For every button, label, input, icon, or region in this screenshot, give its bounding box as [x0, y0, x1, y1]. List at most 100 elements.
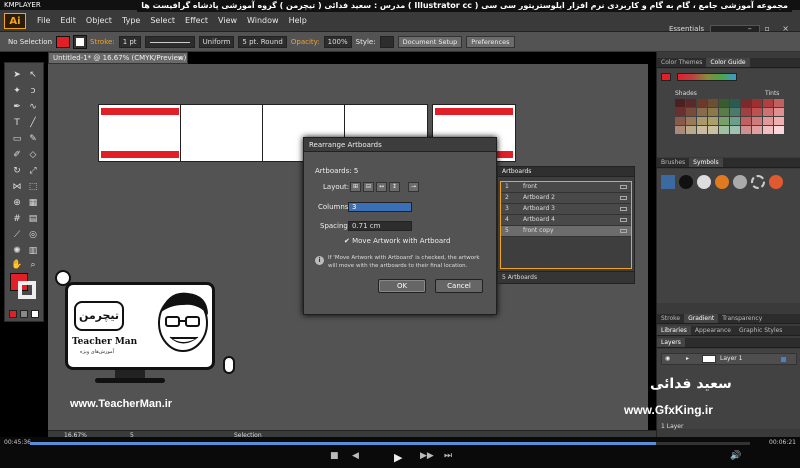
menu-view[interactable]: View — [213, 10, 242, 32]
artboard-options-icon[interactable] — [620, 196, 627, 200]
document-setup-button[interactable]: Document Setup — [397, 35, 463, 48]
document-tab[interactable]: Untitled-1* @ 16.67% (CMYK/Preview) × — [48, 52, 188, 64]
artboard-options-icon[interactable] — [620, 185, 627, 189]
gradient-mode-icon[interactable] — [20, 310, 28, 318]
list-item[interactable]: 2 Artboard 2 — [501, 193, 631, 204]
paintbrush-icon[interactable]: ✎ — [26, 133, 40, 145]
opacity-label[interactable]: Opacity: — [291, 38, 320, 46]
grid-by-row-icon[interactable]: ⊞ — [350, 182, 361, 192]
list-item[interactable]: 5 front copy — [501, 226, 631, 237]
width-tool-icon[interactable]: ⋈ — [10, 181, 24, 193]
prev-icon[interactable]: ◀ — [352, 451, 359, 461]
next-icon[interactable]: ▶▶ — [420, 451, 434, 461]
seek-bar[interactable] — [30, 442, 750, 445]
shape-builder-icon[interactable]: ⊕ — [10, 197, 24, 209]
tab-gradient[interactable]: Gradient — [684, 314, 719, 323]
menu-effect[interactable]: Effect — [180, 10, 213, 32]
eye-icon[interactable]: ◉ — [665, 354, 670, 364]
stroke-weight-field[interactable]: 1 pt — [118, 35, 141, 48]
tab-stroke[interactable]: Stroke — [657, 314, 684, 323]
tab-libraries[interactable]: Libraries — [657, 326, 691, 335]
preferences-button[interactable]: Preferences — [466, 35, 515, 48]
gradient-tool-icon[interactable]: ▤ — [26, 213, 40, 225]
pen-tool-icon[interactable]: ✒ — [10, 101, 24, 113]
symbol-swatch[interactable] — [715, 175, 729, 189]
rectangle-tool-icon[interactable]: ▭ — [10, 133, 24, 145]
artboard-options-icon[interactable] — [620, 229, 627, 233]
symbol-swatch[interactable] — [769, 175, 783, 189]
symbol-swatch[interactable] — [733, 175, 747, 189]
symbol-sprayer-icon[interactable]: ✺ — [10, 245, 24, 257]
volume-icon[interactable]: 🔊 — [730, 451, 741, 461]
zoom-tool-icon[interactable]: ⌕ — [26, 259, 40, 271]
base-color-swatch[interactable] — [661, 73, 671, 81]
arrange-by-column-icon[interactable]: ↕ — [389, 182, 400, 192]
eyedropper-icon[interactable]: ⟋ — [10, 229, 24, 241]
arrange-by-row-icon[interactable]: ↔ — [376, 182, 387, 192]
scale-tool-icon[interactable]: ⤢ — [26, 165, 40, 177]
shaper-tool-icon[interactable]: ✐ — [10, 149, 24, 161]
tab-appearance[interactable]: Appearance — [691, 326, 735, 335]
artboard-2[interactable] — [180, 104, 264, 162]
tab-color-guide[interactable]: Color Guide — [706, 58, 750, 67]
stop-icon[interactable]: ■ — [330, 451, 339, 461]
layer-target-icon[interactable] — [781, 357, 786, 362]
tab-transparency[interactable]: Transparency — [718, 314, 766, 323]
curvature-tool-icon[interactable]: ∿ — [26, 101, 40, 113]
brush-dropdown[interactable]: 5 pt. Round — [238, 35, 287, 48]
color-mode-icon[interactable] — [9, 310, 17, 318]
magic-wand-icon[interactable]: ✦ — [10, 85, 24, 97]
fill-swatch[interactable] — [56, 35, 71, 48]
list-item[interactable]: 3 Artboard 3 — [501, 204, 631, 215]
tab-brushes[interactable]: Brushes — [657, 158, 689, 167]
symbol-swatch[interactable] — [697, 175, 711, 189]
skip-icon[interactable]: ⏭ — [444, 451, 452, 461]
direct-selection-tool-icon[interactable]: ↖ — [26, 69, 40, 81]
perspective-grid-icon[interactable]: ▦ — [26, 197, 40, 209]
list-item[interactable]: 4 Artboard 4 — [501, 215, 631, 226]
play-icon[interactable]: ▶ — [394, 451, 402, 464]
lasso-icon[interactable]: ↄ — [26, 85, 40, 97]
symbol-swatch[interactable] — [679, 175, 693, 189]
shade-grid[interactable] — [675, 99, 784, 134]
menu-object[interactable]: Object — [81, 10, 117, 32]
opacity-field[interactable]: 100% — [323, 35, 352, 48]
none-mode-icon[interactable] — [31, 310, 39, 318]
hand-tool-icon[interactable]: ✋ — [10, 259, 24, 271]
line-style-dropdown[interactable]: Uniform — [198, 35, 235, 48]
type-tool-icon[interactable]: T — [10, 117, 24, 129]
symbol-swatch[interactable] — [661, 175, 675, 189]
artboard-options-icon[interactable] — [620, 207, 627, 211]
right-to-left-icon[interactable]: → — [408, 182, 419, 192]
mesh-tool-icon[interactable]: # — [10, 213, 24, 225]
artboards-panel-tab[interactable]: Artboards — [498, 167, 634, 177]
stroke-color-box[interactable] — [18, 281, 36, 299]
stroke-swatch[interactable] — [73, 34, 88, 49]
menu-type[interactable]: Type — [117, 10, 145, 32]
menu-select[interactable]: Select — [145, 10, 180, 32]
tab-layers[interactable]: Layers — [657, 338, 685, 347]
ok-button[interactable]: OK — [378, 279, 426, 293]
grid-by-column-icon[interactable]: ⊟ — [363, 182, 374, 192]
menu-window[interactable]: Window — [242, 10, 284, 32]
line-tool-icon[interactable]: ╱ — [26, 117, 40, 129]
cancel-button[interactable]: Cancel — [435, 279, 483, 293]
harmony-strip[interactable] — [677, 73, 737, 81]
style-dropdown[interactable] — [379, 35, 394, 48]
spacing-input[interactable]: 0.71 cm — [348, 221, 412, 231]
list-item[interactable]: 1 front — [501, 182, 631, 193]
stroke-label[interactable]: Stroke: — [90, 38, 115, 46]
free-transform-icon[interactable]: ⬚ — [26, 181, 40, 193]
expand-arrow-icon[interactable]: ▸ — [686, 354, 689, 364]
move-artwork-checkbox[interactable]: ✔ Move Artwork with Artboard — [344, 237, 450, 245]
tab-symbols[interactable]: Symbols — [689, 158, 723, 167]
columns-input[interactable]: 3 — [348, 202, 412, 212]
selection-tool-icon[interactable]: ➤ — [10, 69, 24, 81]
menu-edit[interactable]: Edit — [55, 10, 81, 32]
rotate-tool-icon[interactable]: ↻ — [10, 165, 24, 177]
graph-tool-icon[interactable]: ▥ — [26, 245, 40, 257]
menu-file[interactable]: File — [32, 10, 55, 32]
tab-graphic-styles[interactable]: Graphic Styles — [735, 326, 786, 335]
variable-width-profile[interactable] — [144, 35, 195, 48]
layer-row[interactable]: ◉ ▸ Layer 1 — [661, 353, 797, 365]
